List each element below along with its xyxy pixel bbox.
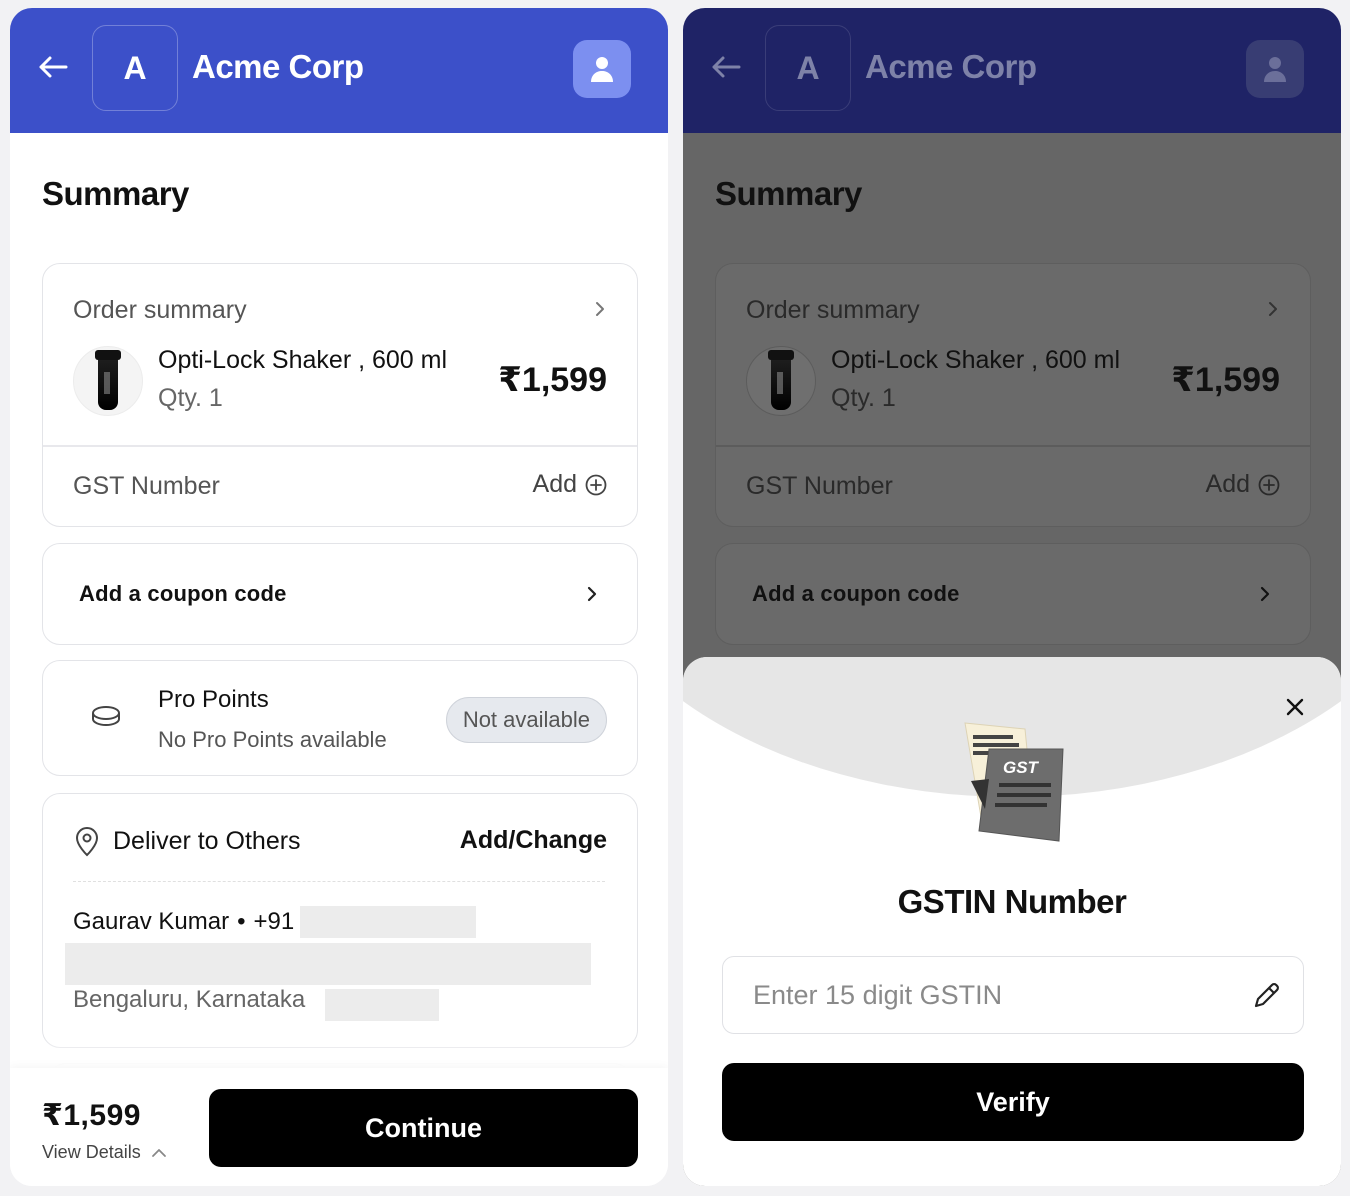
plus-circle-icon <box>585 474 607 495</box>
chevron-right-icon <box>587 586 597 602</box>
view-details-label: View Details <box>42 1142 141 1162</box>
divider <box>73 881 605 882</box>
chevron-right-icon <box>1260 586 1270 602</box>
order-summary-card: Order summary Opti-Lock Shaker , 600 ml … <box>715 263 1311 527</box>
back-button[interactable] <box>36 50 70 84</box>
profile-button[interactable] <box>1246 40 1304 98</box>
coupon-label: Add a coupon code <box>752 581 960 606</box>
product-price: ₹1,599 <box>498 361 607 399</box>
product-image <box>746 346 816 416</box>
product-name: Opti-Lock Shaker , 600 ml <box>158 346 448 374</box>
coupon-card: Add a coupon code <box>715 543 1311 645</box>
brand-name: Acme Corp <box>865 48 1037 85</box>
checkout-screen: A Acme Corp Summary Order summary Opti-L… <box>10 8 668 1186</box>
arrow-left-icon <box>712 56 741 78</box>
brand-logo: A <box>92 25 178 111</box>
separator-dot: • <box>237 908 246 935</box>
product-quantity: Qty. 1 <box>158 384 223 412</box>
gst-illustration-label: GST <box>1003 758 1040 777</box>
user-icon <box>1264 57 1286 82</box>
pro-points-subtitle: No Pro Points available <box>158 727 387 752</box>
redacted-address <box>65 943 591 985</box>
checkout-screen-gstin-sheet: A Acme Corp Summary Order summary Opti-L… <box>683 8 1341 1186</box>
phone-prefix: +91 <box>253 908 295 935</box>
sheet-title: GSTIN Number <box>897 883 1127 920</box>
back-button[interactable] <box>709 50 743 84</box>
order-summary-label: Order summary <box>746 296 920 324</box>
plus-circle-icon <box>1258 474 1280 495</box>
brand-name: Acme Corp <box>192 48 364 85</box>
gstin-input[interactable] <box>723 979 1223 1011</box>
brand-logo: A <box>765 25 851 111</box>
chevron-right-icon[interactable] <box>591 300 609 318</box>
gstin-bottom-sheet: GST GSTIN Number Verify <box>683 657 1341 1186</box>
app-header: A Acme Corp <box>10 8 668 133</box>
gst-number-label: GST Number <box>73 472 220 500</box>
recipient-name: Gaurav Kumar <box>73 908 230 935</box>
product-price: ₹1,599 <box>1171 361 1280 399</box>
product-image <box>73 346 143 416</box>
gst-number-label: GST Number <box>746 472 893 500</box>
coin-icon <box>92 706 120 727</box>
coupon-card[interactable]: Add a coupon code <box>42 543 638 645</box>
redacted-phone <box>300 906 477 938</box>
deliver-to-label: Deliver to Others <box>113 827 301 855</box>
chevron-up-icon <box>151 1148 166 1157</box>
divider <box>716 445 1310 447</box>
gstin-field[interactable] <box>722 956 1304 1034</box>
coupon-label: Add a coupon code <box>79 581 287 606</box>
verify-button[interactable]: Verify <box>722 1063 1304 1141</box>
app-header: A Acme Corp <box>683 8 1341 133</box>
recipient-line: Gaurav Kumar • +91 <box>73 906 477 938</box>
add-gst-label: Add <box>1205 470 1250 498</box>
product-quantity: Qty. 1 <box>831 384 896 412</box>
redacted-pincode <box>325 989 439 1021</box>
user-icon <box>591 57 613 82</box>
continue-button[interactable]: Continue <box>209 1089 638 1167</box>
order-summary-label: Order summary <box>73 296 247 324</box>
view-details-toggle[interactable]: View Details <box>42 1142 167 1163</box>
chevron-right-icon <box>1269 302 1277 316</box>
status-badge: Not available <box>445 697 607 743</box>
summary-content: Summary Order summary Opti-Lock Shaker ,… <box>10 133 668 1186</box>
gst-document-icon: GST <box>964 722 1064 842</box>
profile-button[interactable] <box>573 40 631 98</box>
arrow-left-icon <box>39 56 68 78</box>
checkout-bottom-bar: ₹1,599 View Details Continue <box>10 1068 668 1186</box>
pro-points-title: Pro Points <box>158 686 269 713</box>
address-city-line: Bengaluru, Karnataka <box>73 986 306 1013</box>
page-title: Summary <box>42 175 189 212</box>
add-gst-button[interactable]: Add <box>533 470 607 499</box>
pencil-icon <box>1254 983 1279 1008</box>
page-title: Summary <box>715 175 862 212</box>
close-icon[interactable] <box>1283 695 1307 719</box>
delivery-card: Deliver to Others Add/Change Gaurav Kuma… <box>42 793 638 1048</box>
divider <box>43 445 637 447</box>
product-name: Opti-Lock Shaker , 600 ml <box>831 346 1121 374</box>
pro-points-card: Pro Points No Pro Points available Not a… <box>42 660 638 776</box>
change-address-button[interactable]: Add/Change <box>460 826 607 855</box>
total-price: ₹1,599 <box>42 1099 141 1132</box>
add-gst-label: Add <box>532 470 577 498</box>
add-gst-button: Add <box>1206 470 1280 499</box>
location-pin-icon <box>75 827 99 857</box>
order-summary-card[interactable]: Order summary Opti-Lock Shaker , 600 ml … <box>42 263 638 527</box>
